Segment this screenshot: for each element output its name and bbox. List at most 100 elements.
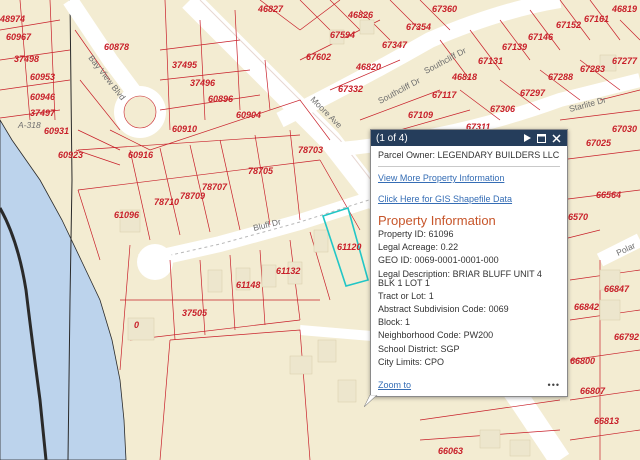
parcel-label: 66807 [580,386,606,396]
field-value: 0.22 [440,242,459,253]
parcel-label: 67360 [432,4,457,14]
parcel-label: 61096 [114,210,140,220]
parcel-label: 67288 [548,72,573,82]
parcel-label: 66564 [596,190,621,200]
owner-value: LEGENDARY BUILDERS LLC [437,150,560,160]
parcel-label: 67146 [528,32,554,42]
field-label: GEO ID: [378,255,413,266]
popup-body: Parcel Owner: LEGENDARY BUILDERS LLC Vie… [371,146,567,367]
field-label: School District: [378,343,439,354]
field-label: Legal Acreage: [378,242,439,253]
owner-label: Parcel Owner: [378,150,436,160]
field-label: Tract or Lot: [378,290,427,301]
parcel-label: 61132 [276,266,300,276]
parcel-label: 67332 [338,84,363,94]
field-label: Property ID: [378,229,427,239]
field-tract-or-lot: Tract or Lot: 1 [378,290,560,301]
field-value: 61096 [428,229,454,239]
parcel-popup: (1 of 4) Parcel Owner: LEGENDARY BUILDER… [370,129,568,397]
parcel-label: 66792 [614,332,639,342]
parcel-label: 67152 [556,20,581,30]
parcel-label: 67025 [586,138,612,148]
parcel-label: 37496 [190,78,216,88]
parcel-label: 46827 [257,4,284,14]
parcel-label: 60910 [172,124,197,134]
dock-icon[interactable] [536,133,547,144]
parcel-label: 37505 [182,308,208,318]
parcel-label: 78710 [154,197,179,207]
parcel-label: 67030 [612,124,637,134]
parcel-label: 60931 [44,126,69,136]
cul-de-sac [137,244,173,280]
popup-header: (1 of 4) [371,130,567,146]
parcel-label: 60967 [6,32,32,42]
parcel-label: 67109 [408,110,433,120]
parcel-label: 46820 [355,62,381,72]
zoom-to-link[interactable]: Zoom to [378,380,411,390]
parcel-label: 67347 [382,40,408,50]
parcel-label: 46826 [347,10,374,20]
parcel-label: 48974 [0,14,25,24]
close-icon[interactable] [551,133,562,144]
parcel-label: 67117 [432,90,457,100]
parcel-label: 66063 [438,446,463,456]
parcel-label: 66842 [574,302,599,312]
parcel-label: 66847 [604,284,630,294]
field-label: Neighborhood Code: [378,330,462,341]
parcel-label: 61120 [337,242,361,252]
parcel-label: 78709 [180,191,205,201]
parcel-label: 46818 [451,72,477,82]
more-actions-icon[interactable]: ••• [548,380,560,390]
parcel-label: 67277 [612,56,638,66]
field-legal-description: Legal Description: BRIAR BLUFF UNIT 4 BL… [378,269,560,288]
field-abstract-subdivision-code: Abstract Subdivision Code: 0069 [378,303,560,314]
popup-pointer [364,395,378,407]
parcel-label: 60904 [236,110,261,120]
cul-de-sac-north-island [123,95,157,129]
parcel-label: 60953 [30,72,55,82]
parcel-label: 60878 [104,42,129,52]
parcel-label: 67594 [330,30,355,40]
next-feature-icon[interactable] [521,133,532,144]
field-school-district: School District: SGP [378,343,560,354]
field-value: CPO [424,356,445,367]
parcel-label: 67131 [478,56,503,66]
parcel-label: 37498 [14,54,39,64]
parcel-label: 78703 [298,145,323,155]
parcel-label: 67161 [584,14,609,24]
field-label: Abstract Subdivision Code: [378,303,487,314]
parcel-label: 60896 [208,94,234,104]
field-geo-id: GEO ID: 0069-0001-0001-000 [378,256,560,265]
shapefile-link[interactable]: Click Here for GIS Shapefile Data [378,195,560,204]
parcel-label: 60916 [128,150,154,160]
parcel-label: 0 [134,320,139,330]
parcel-label: 60923 [58,150,83,160]
parcel-label: 67354 [406,22,431,32]
parcel-label: 67297 [520,88,546,98]
parcel-label: 6570 [568,212,588,222]
parcel-label: 37495 [172,60,198,70]
parcel-label: 66813 [594,416,619,426]
parcel-label: 67139 [502,42,527,52]
field-value: 1 [428,290,434,301]
parcel-label: 78707 [202,182,228,192]
field-value: 0069 [488,303,509,314]
field-neighborhood-code: Neighborhood Code: PW200 [378,331,560,340]
parcel-label: 61148 [236,280,260,290]
parcel-label: 78705 [248,166,274,176]
field-value: 1 [405,317,411,328]
popup-footer: Zoom to ••• [378,380,560,390]
property-info-heading: Property Information [378,213,496,228]
field-city-limits: City Limits: CPO [378,356,560,367]
owner-row: Parcel Owner: LEGENDARY BUILDERS LLC [378,151,560,167]
field-block: Block: 1 [378,318,560,327]
parcel-label: 60946 [30,92,56,102]
parcel-label: 66800 [570,356,595,366]
parcel-label: 46819 [611,4,637,14]
parcel-label: 67306 [490,104,516,114]
field-property-id: Property ID: 61096 [378,230,560,239]
view-more-link[interactable]: View More Property Information [378,174,560,183]
field-value: SGP [440,343,460,354]
field-label: Block: [378,317,403,328]
field-legal-acreage: Legal Acreage: 0.22 [378,243,560,252]
